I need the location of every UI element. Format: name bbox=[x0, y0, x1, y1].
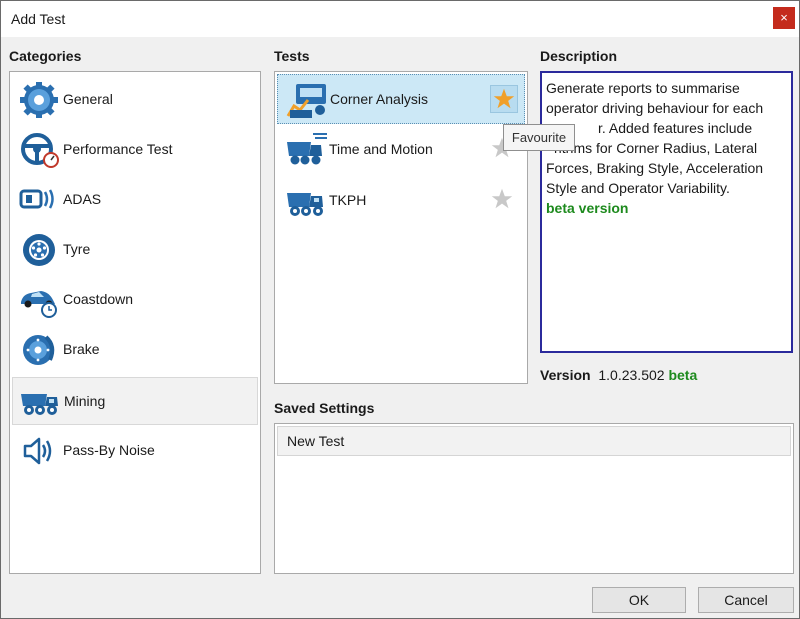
test-item-time-and-motion[interactable]: Time and Motion bbox=[277, 125, 525, 175]
beta-version-note: beta version bbox=[546, 200, 629, 216]
truck-clock-icon bbox=[287, 133, 327, 165]
category-item-performance-test[interactable]: Performance Test bbox=[12, 126, 258, 174]
steering-wheel-icon bbox=[21, 133, 59, 168]
test-label: TKPH bbox=[329, 192, 367, 208]
version-number: 1.0.23.502 bbox=[598, 367, 665, 383]
description-heading: Description bbox=[540, 48, 618, 64]
truck-chart-icon bbox=[286, 84, 326, 118]
mining-truck-icon bbox=[21, 394, 58, 415]
star-icon bbox=[491, 188, 513, 209]
cancel-button[interactable]: Cancel bbox=[698, 587, 794, 613]
test-label: Corner Analysis bbox=[330, 91, 429, 107]
saved-settings-heading: Saved Settings bbox=[274, 400, 375, 416]
description-line: r. Added features include bbox=[598, 120, 753, 136]
category-item-pass-by-noise[interactable]: Pass-By Noise bbox=[12, 427, 258, 475]
star-icon bbox=[493, 88, 515, 109]
category-item-general[interactable]: General bbox=[12, 76, 258, 124]
add-test-dialog: Add Test × Categories General Performanc… bbox=[0, 0, 800, 619]
category-item-tyre[interactable]: Tyre bbox=[12, 226, 258, 274]
categories-heading: Categories bbox=[9, 48, 82, 64]
tests-list[interactable]: Corner Analysis Time and Motion TKPH bbox=[274, 71, 528, 384]
category-item-coastdown[interactable]: Coastdown bbox=[12, 276, 258, 324]
saved-settings-list[interactable]: New Test bbox=[274, 423, 794, 574]
category-label: Tyre bbox=[63, 241, 91, 257]
category-label: General bbox=[63, 91, 113, 107]
gear-icon bbox=[20, 82, 58, 118]
version-tag: beta bbox=[668, 367, 698, 383]
category-label: Coastdown bbox=[63, 291, 134, 307]
title-bar: Add Test × bbox=[1, 1, 799, 37]
description-line: Style and Operator Variability. bbox=[546, 180, 730, 196]
favourite-tooltip: Favourite bbox=[503, 124, 575, 151]
category-label: ADAS bbox=[63, 191, 102, 207]
tyre-icon bbox=[23, 234, 55, 266]
category-item-adas[interactable]: ADAS bbox=[12, 176, 258, 224]
tests-heading: Tests bbox=[274, 48, 310, 64]
category-item-brake[interactable]: Brake bbox=[12, 326, 258, 374]
description-box[interactable]: Generate reports to summarise operator d… bbox=[540, 71, 793, 353]
category-label: Brake bbox=[63, 341, 100, 357]
test-item-tkph[interactable]: TKPH bbox=[277, 176, 525, 226]
brake-disc-icon bbox=[23, 335, 55, 365]
close-icon: × bbox=[780, 10, 788, 25]
favourite-toggle[interactable] bbox=[490, 85, 518, 113]
close-button[interactable]: × bbox=[773, 7, 795, 29]
window-title: Add Test bbox=[11, 11, 66, 27]
category-label: Performance Test bbox=[63, 141, 173, 157]
ok-button[interactable]: OK bbox=[592, 587, 686, 613]
sensor-icon bbox=[19, 189, 54, 209]
test-item-corner-analysis[interactable]: Corner Analysis bbox=[277, 74, 525, 124]
category-item-mining[interactable]: Mining bbox=[12, 377, 258, 425]
version-label: Version bbox=[540, 367, 591, 383]
test-label: Time and Motion bbox=[329, 141, 433, 157]
car-clock-icon bbox=[21, 291, 57, 318]
version-row: Version 1.0.23.502 beta bbox=[540, 367, 697, 383]
categories-list[interactable]: General Performance Test ADAS Tyre Coast… bbox=[9, 71, 261, 574]
favourite-toggle[interactable] bbox=[489, 186, 517, 214]
description-line: operator driving behaviour for each bbox=[546, 100, 764, 116]
speaker-icon bbox=[23, 437, 52, 465]
category-label: Mining bbox=[64, 393, 106, 409]
dump-truck-icon bbox=[287, 193, 323, 216]
description-line: rithms for Corner Radius, Lateral bbox=[554, 140, 758, 156]
saved-setting-item[interactable]: New Test bbox=[277, 426, 791, 456]
description-line: Forces, Braking Style, Acceleration bbox=[546, 160, 764, 176]
category-label: Pass-By Noise bbox=[63, 442, 155, 458]
description-line: Generate reports to summarise bbox=[546, 80, 740, 96]
